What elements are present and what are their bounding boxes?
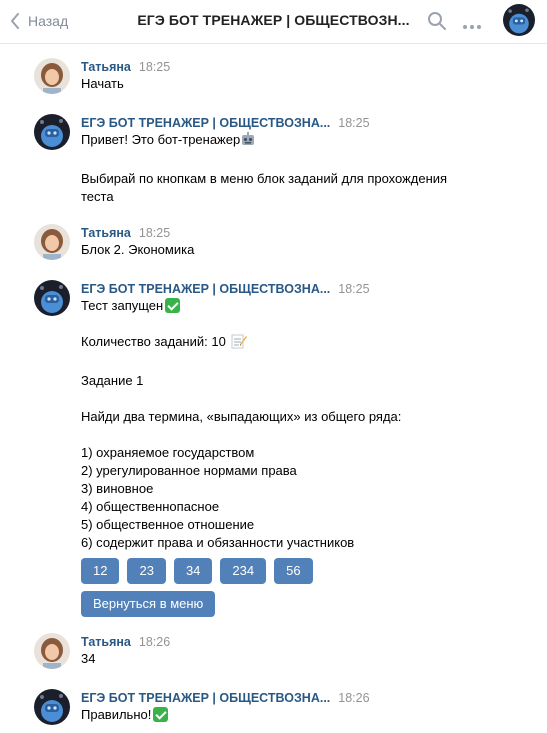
robot-avatar-icon <box>34 689 70 725</box>
user-avatar[interactable] <box>34 633 70 669</box>
task-count-text: Количество заданий: 10 <box>81 334 226 349</box>
robot-avatar-icon <box>34 280 70 316</box>
greeting-text: Привет! Это бот-тренажер <box>81 132 241 147</box>
message-text: 34 <box>81 651 96 666</box>
user-avatar[interactable] <box>34 58 70 94</box>
option-item: 1) охраняемое государством <box>81 445 255 460</box>
message-text: Количество заданий: 10 <box>81 333 521 354</box>
message-time: 18:26 <box>138 635 171 649</box>
option-item: 4) общественнопасное <box>81 499 220 514</box>
bot-avatar[interactable] <box>34 689 70 725</box>
message-author[interactable]: ЕГЭ БОТ ТРЕНАЖЕР | ОБЩЕСТВОЗНА... <box>81 691 330 705</box>
answer-button-23[interactable]: 23 <box>127 558 166 584</box>
option-item: 3) виновное <box>81 481 154 496</box>
message-text: Правильно! <box>81 706 521 724</box>
task-title: Задание 1 <box>81 373 144 388</box>
bot-avatar[interactable] <box>34 114 70 150</box>
robot-emoji-icon <box>240 131 256 152</box>
message-text: Блок 2. Экономика <box>81 242 195 257</box>
message-author[interactable]: Татьяна <box>81 635 131 649</box>
message-author[interactable]: ЕГЭ БОТ ТРЕНАЖЕР | ОБЩЕСТВОЗНА... <box>81 116 330 130</box>
memo-emoji-icon <box>231 333 248 354</box>
message-time: 18:26 <box>338 691 370 705</box>
robot-avatar-icon <box>503 4 535 36</box>
check-mark-emoji-icon <box>165 298 181 313</box>
message-author[interactable]: Татьяна <box>81 226 131 240</box>
message-time: 18:25 <box>138 60 171 74</box>
test-started-text: Тест запущен <box>81 298 164 313</box>
bot-avatar[interactable] <box>34 280 70 316</box>
message-time: 18:25 <box>338 282 370 296</box>
message-author[interactable]: ЕГЭ БОТ ТРЕНАЖЕР | ОБЩЕСТВОЗНА... <box>81 282 330 296</box>
answer-button-234[interactable]: 234 <box>220 558 267 584</box>
option-item: 6) содержит права и обязанности участник… <box>81 535 355 550</box>
user-photo-icon <box>34 224 70 260</box>
message-time: 18:25 <box>138 226 171 240</box>
check-mark-emoji-icon <box>153 707 169 722</box>
back-to-menu-button[interactable]: Вернуться в меню <box>81 591 216 617</box>
message-text: Выбирай по кнопкам в меню блок заданий д… <box>81 171 448 186</box>
message-text: Начать <box>81 76 124 91</box>
user-avatar[interactable] <box>34 224 70 260</box>
message-text: Тест запущен <box>81 297 521 315</box>
chat-avatar[interactable] <box>503 4 535 36</box>
more-button[interactable] <box>462 18 482 33</box>
search-icon <box>428 12 446 30</box>
user-photo-icon <box>34 58 70 94</box>
answer-keyboard: 12 23 34 234 56 <box>81 558 521 584</box>
answer-button-56[interactable]: 56 <box>274 558 313 584</box>
answer-button-34[interactable]: 34 <box>173 558 213 584</box>
search-button[interactable] <box>427 11 447 34</box>
more-icon <box>463 25 481 29</box>
robot-avatar-icon <box>34 114 70 150</box>
option-item: 5) общественное отношение <box>81 517 255 532</box>
message-author[interactable]: Татьяна <box>81 60 131 74</box>
message-text: теста <box>81 189 114 204</box>
question-text: Найди два термина, «выпадающих» из общег… <box>81 409 402 424</box>
result-text: Правильно! <box>81 707 152 722</box>
chat-header: Назад ЕГЭ БОТ ТРЕНАЖЕР | ОБЩЕСТВОЗН... <box>0 0 547 44</box>
message-text: Привет! Это бот-тренажер <box>81 131 521 152</box>
message-time: 18:25 <box>338 116 370 130</box>
answer-button-12[interactable]: 12 <box>81 558 120 584</box>
user-photo-icon <box>34 633 70 669</box>
option-item: 2) урегулированное нормами права <box>81 463 297 478</box>
